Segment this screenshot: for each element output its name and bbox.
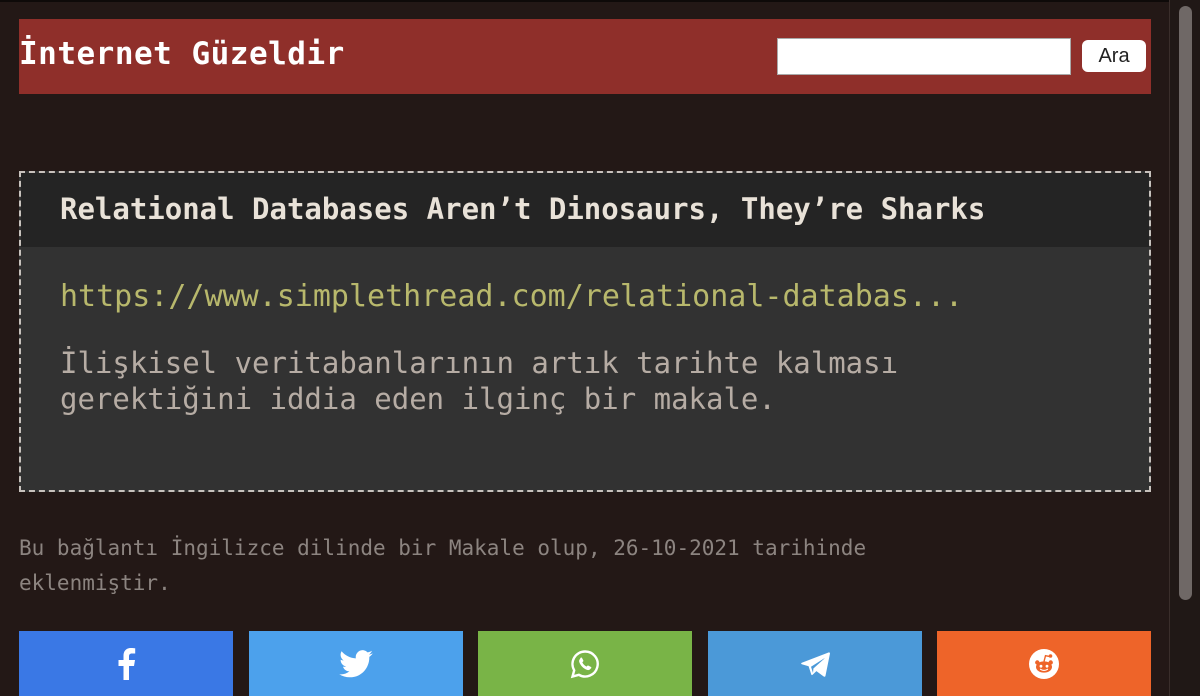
scrollbar-thumb[interactable] [1179,6,1192,600]
reddit-icon [1029,648,1059,679]
article-card: Relational Databases Aren’t Dinosaurs, T… [19,171,1151,492]
article-description-line2: gerektiğini iddia eden ilginç bir makale… [60,382,776,416]
site-title[interactable]: İnternet Güzeldir [19,36,345,72]
article-description: İlişkisel veritabanlarının artık tarihte… [60,345,1120,417]
article-card-header: Relational Databases Aren’t Dinosaurs, T… [21,173,1149,247]
article-title: Relational Databases Aren’t Dinosaurs, T… [60,192,986,226]
page: İnternet Güzeldir Ara Relational Databas… [0,0,1200,696]
window-top-edge [0,0,1200,2]
search-button[interactable]: Ara [1082,40,1146,72]
share-reddit-button[interactable] [937,631,1151,696]
scrollbar[interactable] [1169,0,1200,696]
article-meta-line1: Bu bağlantı İngilizce dilinde bir Makale… [19,536,867,560]
share-bar [19,631,1151,696]
share-telegram-button[interactable] [708,631,922,696]
site-header: İnternet Güzeldir Ara [19,19,1151,94]
whatsapp-icon [570,649,599,678]
twitter-icon [339,649,373,677]
article-link[interactable]: https://www.simplethread.com/relational-… [60,279,963,314]
article-description-line1: İlişkisel veritabanlarının artık tarihte… [60,346,899,380]
share-facebook-button[interactable] [19,631,233,696]
article-meta: Bu bağlantı İngilizce dilinde bir Makale… [19,531,1119,601]
article-meta-line2: eklenmiştir. [19,571,171,595]
search-input[interactable] [777,38,1071,75]
telegram-icon [801,651,830,677]
share-twitter-button[interactable] [249,631,463,696]
share-whatsapp-button[interactable] [478,631,692,696]
facebook-icon [118,647,136,680]
